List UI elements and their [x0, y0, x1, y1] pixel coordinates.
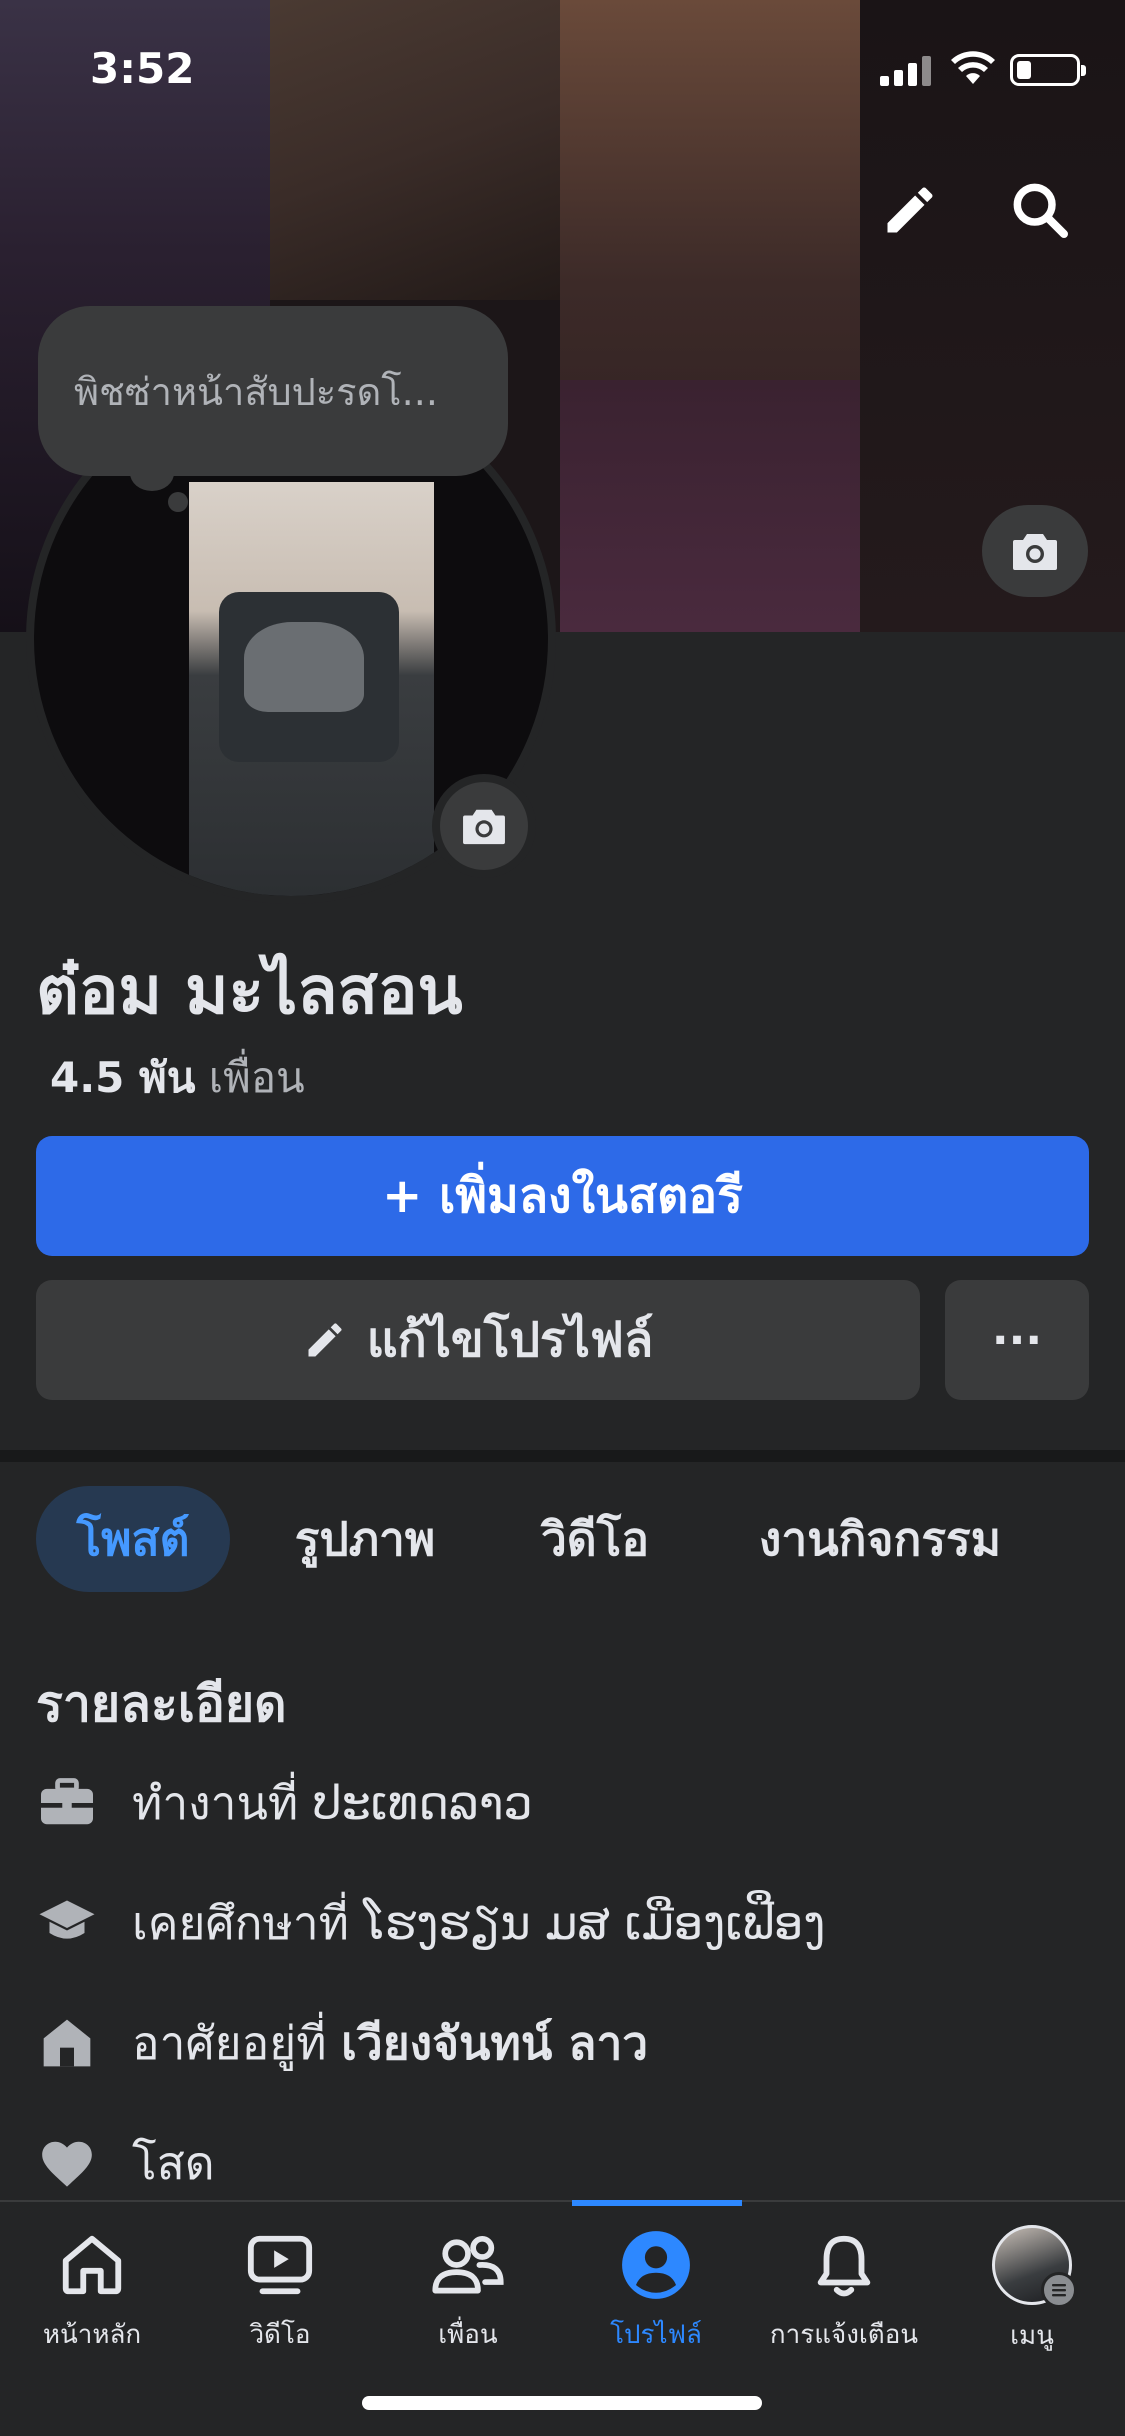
nav-active-indicator	[572, 2200, 742, 2206]
profile-note-text: พิชซ่าหน้าสับปะรดโ...	[74, 369, 438, 414]
detail-relationship: โสด	[36, 2128, 215, 2198]
nav-menu[interactable]: เมนู	[942, 2225, 1122, 2355]
video-icon	[240, 2225, 320, 2304]
edit-profile-button[interactable]: แก้ไขโปรไฟล์	[36, 1280, 920, 1400]
pencil-icon	[308, 1323, 342, 1357]
status-bar: 3:52	[0, 0, 1125, 140]
tab-label: วิดีโอ	[540, 1511, 650, 1566]
nav-video[interactable]: วิดีโอ	[190, 2225, 370, 2355]
add-to-story-button[interactable]: + เพิ่มลงในสตอรี	[36, 1136, 1089, 1256]
profile-icon	[616, 2225, 696, 2304]
nav-label: เพื่อน	[438, 2320, 498, 2350]
detail-education: เคยศึกษาที่ ໂຮງຮຽນ ມສ ເມືອງເຟືອງ	[36, 1888, 825, 1958]
tab-posts[interactable]: โพสต์	[36, 1486, 230, 1592]
friends-count-label: เพื่อน	[208, 1053, 305, 1102]
cover-camera-button[interactable]	[982, 505, 1088, 597]
nav-label: โปรไฟล์	[610, 2320, 702, 2350]
friends-count[interactable]: 4.5 พัน เพื่อน	[50, 1045, 305, 1111]
edit-pencil-icon[interactable]	[870, 170, 950, 250]
wifi-icon	[950, 48, 996, 88]
tab-label: รูปภาพ	[294, 1511, 436, 1566]
profile-name: ต๋อม มะไลสอน	[36, 952, 463, 1029]
nav-label: การแจ้งเตือน	[769, 2320, 919, 2350]
nav-friends[interactable]: เพื่อน	[378, 2225, 558, 2355]
bell-icon	[804, 2225, 884, 2304]
detail-lives-prefix: อาศัยอยู่ที่	[132, 2015, 327, 2070]
nav-notifications[interactable]: การแจ้งเตือน	[754, 2225, 934, 2355]
details-title: รายละเอียด	[36, 1675, 287, 1733]
detail-work: ทำงานที่ ປະເທດລາວ	[36, 1768, 533, 1838]
heart-icon	[36, 2132, 98, 2194]
detail-lives-value[interactable]: เวียงจันทน์ ลาว	[341, 2016, 648, 2070]
friends-count-value: 4.5 พัน	[50, 1053, 196, 1102]
home-indicator	[362, 2396, 762, 2410]
detail-education-prefix: เคยศึกษาที่	[132, 1895, 349, 1950]
nav-profile[interactable]: โปรไฟล์	[566, 2225, 746, 2355]
search-icon[interactable]	[1000, 170, 1080, 250]
nav-label: วิดีโอ	[249, 2320, 311, 2350]
detail-relationship-value: โสด	[132, 2135, 215, 2190]
note-bubble-tail	[168, 492, 188, 512]
more-options-button[interactable]: ···	[945, 1280, 1089, 1400]
tab-videos[interactable]: วิดีโอ	[520, 1486, 670, 1592]
friends-icon	[428, 2225, 508, 2304]
add-to-story-label: + เพิ่มลงในสตอรี	[382, 1168, 743, 1224]
signal-icon	[880, 54, 932, 86]
edit-profile-label: แก้ไขโปรไฟล์	[366, 1312, 654, 1368]
home-icon	[52, 2225, 132, 2304]
camera-icon	[463, 809, 505, 845]
tab-photos[interactable]: รูปภาพ	[270, 1486, 460, 1592]
menu-avatar-icon	[992, 2225, 1077, 2308]
status-time: 3:52	[90, 44, 195, 93]
avatar-camera-button[interactable]	[432, 774, 536, 878]
nav-label: หน้าหลัก	[42, 2320, 142, 2350]
menu-lines-icon	[1041, 2272, 1077, 2308]
tab-label: งานกิจกรรม	[758, 1511, 1002, 1566]
tab-events[interactable]: งานกิจกรรม	[730, 1486, 1030, 1592]
detail-education-value[interactable]: ໂຮງຮຽນ ມສ ເມືອງເຟືອງ	[364, 1896, 826, 1950]
camera-icon	[1013, 534, 1057, 570]
graduation-cap-icon	[36, 1892, 98, 1954]
more-options-label: ···	[991, 1314, 1043, 1366]
cover-panel	[560, 380, 860, 632]
tab-label: โพสต์	[76, 1511, 190, 1566]
section-divider	[0, 1450, 1125, 1462]
nav-label: เมนู	[1010, 2321, 1054, 2351]
home-detail-icon	[36, 2012, 98, 2074]
detail-lives: อาศัยอยู่ที่ เวียงจันทน์ ลาว	[36, 2008, 648, 2078]
nav-home[interactable]: หน้าหลัก	[2, 2225, 182, 2355]
profile-note-bubble[interactable]: พิชซ่าหน้าสับปะรดโ...	[38, 306, 508, 476]
battery-icon	[1010, 54, 1086, 86]
detail-work-prefix: ทำงานที่	[132, 1775, 299, 1830]
briefcase-icon	[36, 1772, 98, 1834]
detail-work-value[interactable]: ປະເທດລາວ	[313, 1776, 533, 1830]
